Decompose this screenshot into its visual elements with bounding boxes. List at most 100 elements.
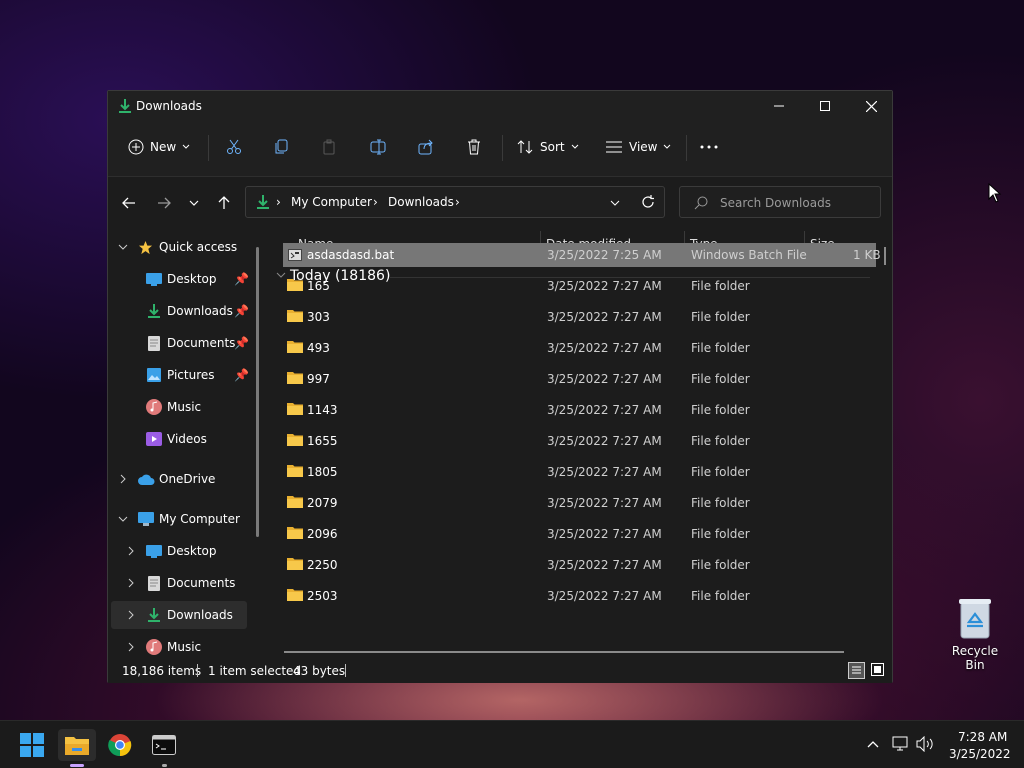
- trash-icon: [468, 139, 480, 155]
- network-icon[interactable]: [892, 736, 910, 752]
- table-row[interactable]: 1805 3/25/2022 7:27 AM File folder: [283, 460, 876, 484]
- details-view-button[interactable]: [848, 662, 865, 679]
- sort-button[interactable]: Sort: [516, 129, 579, 165]
- table-row[interactable]: 303 3/25/2022 7:27 AM File folder: [283, 305, 876, 329]
- chevron-down-icon: [189, 200, 199, 206]
- maximize-button[interactable]: [802, 91, 848, 121]
- table-row[interactable]: 997 3/25/2022 7:27 AM File folder: [283, 367, 876, 391]
- horizontal-scrollbar[interactable]: [284, 651, 844, 653]
- new-button[interactable]: New: [128, 129, 190, 165]
- clock-date[interactable]: 3/25/2022: [949, 747, 1011, 761]
- sidebar-item-documents[interactable]: Documents 📌: [108, 329, 258, 357]
- sidebar-item-quick-access[interactable]: Quick access: [108, 233, 258, 261]
- file-date-modified: 3/25/2022 7:27 AM: [547, 279, 662, 293]
- file-date-modified: 3/25/2022 7:27 AM: [547, 310, 662, 324]
- sidebar-item-my-computer[interactable]: My Computer: [108, 505, 258, 533]
- sort-label: Sort: [540, 140, 565, 154]
- chevron-down-icon[interactable]: [118, 516, 128, 522]
- file-size: 1 KB: [853, 248, 881, 262]
- sidebar-label: My Computer: [159, 512, 240, 526]
- sidebar-item-pictures[interactable]: Pictures 📌: [108, 361, 258, 389]
- view-button[interactable]: View: [605, 129, 671, 165]
- sidebar-item-onedrive[interactable]: OneDrive: [108, 465, 258, 493]
- delete-button[interactable]: [466, 129, 482, 165]
- tiles-view-icon: [871, 663, 884, 676]
- sidebar-item-computer-music[interactable]: Music: [108, 633, 258, 659]
- sidebar-item-computer-desktop[interactable]: Desktop: [108, 537, 258, 565]
- back-button[interactable]: [117, 191, 141, 215]
- chevron-up-icon[interactable]: [867, 740, 879, 748]
- table-row[interactable]: 2503 3/25/2022 7:27 AM File folder: [283, 584, 876, 608]
- table-row[interactable]: 1143 3/25/2022 7:27 AM File folder: [283, 398, 876, 422]
- file-name: 165: [307, 279, 330, 293]
- download-arrow-icon: [148, 608, 160, 622]
- table-row[interactable]: 1655 3/25/2022 7:27 AM File folder: [283, 429, 876, 453]
- sidebar-label: OneDrive: [159, 472, 216, 486]
- sidebar-item-music[interactable]: Music: [108, 393, 258, 421]
- view-list-icon: [606, 141, 622, 153]
- file-name: 303: [307, 310, 330, 324]
- table-row[interactable]: 2096 3/25/2022 7:27 AM File folder: [283, 522, 876, 546]
- sidebar-item-computer-documents[interactable]: Documents: [108, 569, 258, 597]
- share-button[interactable]: [418, 129, 434, 165]
- rename-button[interactable]: [370, 129, 388, 165]
- desktop-icon: [146, 272, 162, 286]
- tiles-view-button[interactable]: [870, 662, 887, 679]
- forward-button[interactable]: [152, 191, 176, 215]
- cut-button[interactable]: [226, 129, 242, 165]
- sidebar-label: Documents: [167, 336, 236, 350]
- chevron-down-icon[interactable]: [118, 244, 128, 250]
- ellipsis-icon: [700, 145, 718, 149]
- chevron-right-icon[interactable]: [128, 610, 134, 620]
- document-icon: [148, 575, 160, 591]
- taskbar-chrome[interactable]: [104, 729, 136, 761]
- sidebar-item-videos[interactable]: Videos: [108, 425, 258, 453]
- clock-time[interactable]: 7:28 AM: [958, 730, 1007, 744]
- close-button[interactable]: [848, 91, 894, 121]
- terminal-icon: [152, 735, 176, 755]
- vertical-scrollbar[interactable]: [884, 247, 886, 265]
- taskbar-terminal[interactable]: [148, 729, 180, 767]
- chevron-right-icon[interactable]: [128, 642, 134, 652]
- paste-button[interactable]: [322, 129, 338, 165]
- file-date-modified: 3/25/2022 7:27 AM: [547, 403, 662, 417]
- file-name: 2503: [307, 589, 338, 603]
- volume-icon[interactable]: [916, 736, 936, 752]
- recent-locations-button[interactable]: [182, 191, 206, 215]
- table-row[interactable]: 493 3/25/2022 7:27 AM File folder: [283, 336, 876, 360]
- breadcrumb-my-computer[interactable]: My Computer: [291, 195, 372, 209]
- recycle-bin[interactable]: Recycle Bin: [942, 596, 1008, 672]
- batch-file-icon: [288, 249, 302, 261]
- chevron-right-icon[interactable]: [128, 546, 134, 556]
- copy-button[interactable]: [274, 129, 290, 165]
- table-row[interactable]: 2079 3/25/2022 7:27 AM File folder: [283, 491, 876, 515]
- table-row[interactable]: asdasdasd.bat 3/25/2022 7:25 AM Windows Ba…: [283, 243, 881, 267]
- address-bar[interactable]: › My Computer › Downloads ›: [245, 186, 665, 218]
- breadcrumb-chevron: ›: [373, 195, 378, 209]
- document-icon: [148, 335, 160, 351]
- taskbar-file-explorer[interactable]: [58, 729, 96, 767]
- title-bar[interactable]: Downloads: [108, 91, 892, 121]
- music-icon: [146, 399, 162, 415]
- breadcrumb-downloads[interactable]: Downloads: [388, 195, 454, 209]
- scissors-icon: [227, 139, 241, 154]
- start-button[interactable]: [16, 729, 48, 761]
- chevron-right-icon[interactable]: [120, 474, 126, 484]
- search-placeholder: Search Downloads: [720, 196, 831, 210]
- table-row[interactable]: 165 3/25/2022 7:27 AM File folder: [283, 274, 876, 298]
- folder-icon: [287, 434, 303, 446]
- arrow-left-icon: [122, 197, 135, 209]
- search-input[interactable]: Search Downloads: [679, 186, 881, 218]
- more-options-button[interactable]: [700, 129, 718, 165]
- chevron-down-icon[interactable]: [610, 200, 620, 206]
- search-icon: [694, 196, 708, 210]
- refresh-icon[interactable]: [641, 195, 655, 209]
- sidebar-item-desktop[interactable]: Desktop 📌: [108, 265, 258, 293]
- minimize-button[interactable]: [756, 91, 802, 121]
- up-button[interactable]: [212, 191, 236, 215]
- sidebar-item-downloads[interactable]: Downloads 📌: [108, 297, 258, 325]
- sidebar-item-computer-downloads[interactable]: Downloads: [111, 601, 247, 629]
- chevron-right-icon[interactable]: [128, 578, 134, 588]
- table-row[interactable]: 2250 3/25/2022 7:27 AM File folder: [283, 553, 876, 577]
- sidebar-scrollbar[interactable]: [256, 247, 259, 537]
